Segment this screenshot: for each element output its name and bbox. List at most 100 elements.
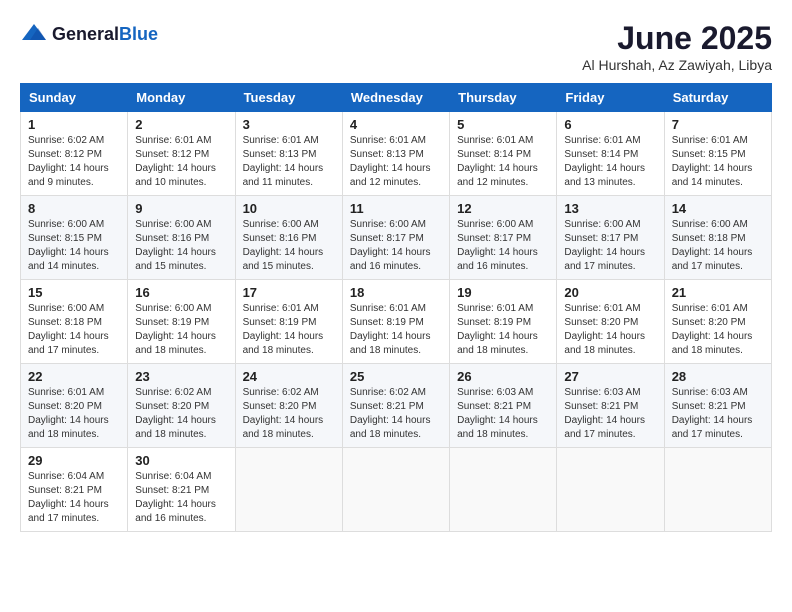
calendar-cell: 18 Sunrise: 6:01 AM Sunset: 8:19 PM Dayl… <box>342 280 449 364</box>
day-info: Sunrise: 6:02 AM Sunset: 8:20 PM Dayligh… <box>243 386 335 442</box>
day-info: Sunrise: 6:01 AM Sunset: 8:20 PM Dayligh… <box>28 386 120 442</box>
column-header-thursday: Thursday <box>450 84 557 112</box>
month-title: June 2025 <box>582 20 772 57</box>
day-info: Sunrise: 6:01 AM Sunset: 8:19 PM Dayligh… <box>457 302 549 358</box>
day-info: Sunrise: 6:00 AM Sunset: 8:18 PM Dayligh… <box>672 218 764 274</box>
day-number: 27 <box>564 369 656 384</box>
day-info: Sunrise: 6:01 AM Sunset: 8:13 PM Dayligh… <box>350 134 442 190</box>
day-number: 7 <box>672 117 764 132</box>
day-number: 21 <box>672 285 764 300</box>
day-number: 22 <box>28 369 120 384</box>
location-subtitle: Al Hurshah, Az Zawiyah, Libya <box>582 57 772 73</box>
day-info: Sunrise: 6:01 AM Sunset: 8:15 PM Dayligh… <box>672 134 764 190</box>
calendar-table: SundayMondayTuesdayWednesdayThursdayFrid… <box>20 83 772 532</box>
calendar-cell: 30 Sunrise: 6:04 AM Sunset: 8:21 PM Dayl… <box>128 448 235 532</box>
day-info: Sunrise: 6:01 AM Sunset: 8:20 PM Dayligh… <box>564 302 656 358</box>
calendar-cell <box>450 448 557 532</box>
day-info: Sunrise: 6:02 AM Sunset: 8:12 PM Dayligh… <box>28 134 120 190</box>
day-info: Sunrise: 6:01 AM Sunset: 8:19 PM Dayligh… <box>243 302 335 358</box>
column-header-tuesday: Tuesday <box>235 84 342 112</box>
day-info: Sunrise: 6:01 AM Sunset: 8:13 PM Dayligh… <box>243 134 335 190</box>
day-info: Sunrise: 6:01 AM Sunset: 8:12 PM Dayligh… <box>135 134 227 190</box>
day-info: Sunrise: 6:01 AM Sunset: 8:20 PM Dayligh… <box>672 302 764 358</box>
calendar-week-row: 22 Sunrise: 6:01 AM Sunset: 8:20 PM Dayl… <box>21 364 772 448</box>
day-info: Sunrise: 6:03 AM Sunset: 8:21 PM Dayligh… <box>672 386 764 442</box>
day-info: Sunrise: 6:00 AM Sunset: 8:16 PM Dayligh… <box>135 218 227 274</box>
calendar-week-row: 1 Sunrise: 6:02 AM Sunset: 8:12 PM Dayli… <box>21 112 772 196</box>
logo-text-general: General <box>52 24 119 44</box>
calendar-cell: 11 Sunrise: 6:00 AM Sunset: 8:17 PM Dayl… <box>342 196 449 280</box>
calendar-cell: 3 Sunrise: 6:01 AM Sunset: 8:13 PM Dayli… <box>235 112 342 196</box>
calendar-week-row: 15 Sunrise: 6:00 AM Sunset: 8:18 PM Dayl… <box>21 280 772 364</box>
day-number: 30 <box>135 453 227 468</box>
calendar-cell: 4 Sunrise: 6:01 AM Sunset: 8:13 PM Dayli… <box>342 112 449 196</box>
day-info: Sunrise: 6:03 AM Sunset: 8:21 PM Dayligh… <box>457 386 549 442</box>
column-header-friday: Friday <box>557 84 664 112</box>
day-number: 3 <box>243 117 335 132</box>
day-info: Sunrise: 6:00 AM Sunset: 8:17 PM Dayligh… <box>350 218 442 274</box>
day-number: 29 <box>28 453 120 468</box>
calendar-cell <box>664 448 771 532</box>
day-info: Sunrise: 6:02 AM Sunset: 8:20 PM Dayligh… <box>135 386 227 442</box>
calendar-cell: 25 Sunrise: 6:02 AM Sunset: 8:21 PM Dayl… <box>342 364 449 448</box>
day-number: 28 <box>672 369 764 384</box>
calendar-cell <box>342 448 449 532</box>
calendar-cell: 24 Sunrise: 6:02 AM Sunset: 8:20 PM Dayl… <box>235 364 342 448</box>
day-number: 12 <box>457 201 549 216</box>
day-info: Sunrise: 6:01 AM Sunset: 8:14 PM Dayligh… <box>564 134 656 190</box>
day-number: 2 <box>135 117 227 132</box>
day-number: 13 <box>564 201 656 216</box>
page-header: GeneralBlue June 2025 Al Hurshah, Az Zaw… <box>20 20 772 73</box>
calendar-cell: 15 Sunrise: 6:00 AM Sunset: 8:18 PM Dayl… <box>21 280 128 364</box>
day-info: Sunrise: 6:00 AM Sunset: 8:18 PM Dayligh… <box>28 302 120 358</box>
day-number: 16 <box>135 285 227 300</box>
day-info: Sunrise: 6:04 AM Sunset: 8:21 PM Dayligh… <box>135 470 227 526</box>
day-number: 26 <box>457 369 549 384</box>
calendar-cell: 26 Sunrise: 6:03 AM Sunset: 8:21 PM Dayl… <box>450 364 557 448</box>
calendar-cell: 28 Sunrise: 6:03 AM Sunset: 8:21 PM Dayl… <box>664 364 771 448</box>
day-info: Sunrise: 6:00 AM Sunset: 8:19 PM Dayligh… <box>135 302 227 358</box>
day-number: 5 <box>457 117 549 132</box>
calendar-cell: 5 Sunrise: 6:01 AM Sunset: 8:14 PM Dayli… <box>450 112 557 196</box>
calendar-cell <box>235 448 342 532</box>
day-number: 19 <box>457 285 549 300</box>
calendar-cell: 13 Sunrise: 6:00 AM Sunset: 8:17 PM Dayl… <box>557 196 664 280</box>
day-info: Sunrise: 6:00 AM Sunset: 8:17 PM Dayligh… <box>457 218 549 274</box>
calendar-cell: 9 Sunrise: 6:00 AM Sunset: 8:16 PM Dayli… <box>128 196 235 280</box>
day-info: Sunrise: 6:00 AM Sunset: 8:15 PM Dayligh… <box>28 218 120 274</box>
day-info: Sunrise: 6:02 AM Sunset: 8:21 PM Dayligh… <box>350 386 442 442</box>
calendar-header-row: SundayMondayTuesdayWednesdayThursdayFrid… <box>21 84 772 112</box>
day-number: 1 <box>28 117 120 132</box>
day-number: 10 <box>243 201 335 216</box>
day-number: 8 <box>28 201 120 216</box>
day-number: 24 <box>243 369 335 384</box>
calendar-cell: 6 Sunrise: 6:01 AM Sunset: 8:14 PM Dayli… <box>557 112 664 196</box>
day-number: 4 <box>350 117 442 132</box>
day-info: Sunrise: 6:00 AM Sunset: 8:17 PM Dayligh… <box>564 218 656 274</box>
calendar-cell: 21 Sunrise: 6:01 AM Sunset: 8:20 PM Dayl… <box>664 280 771 364</box>
calendar-cell: 19 Sunrise: 6:01 AM Sunset: 8:19 PM Dayl… <box>450 280 557 364</box>
logo: GeneralBlue <box>20 20 158 48</box>
day-info: Sunrise: 6:01 AM Sunset: 8:14 PM Dayligh… <box>457 134 549 190</box>
logo-icon <box>20 20 48 48</box>
calendar-cell: 16 Sunrise: 6:00 AM Sunset: 8:19 PM Dayl… <box>128 280 235 364</box>
day-info: Sunrise: 6:00 AM Sunset: 8:16 PM Dayligh… <box>243 218 335 274</box>
calendar-cell: 14 Sunrise: 6:00 AM Sunset: 8:18 PM Dayl… <box>664 196 771 280</box>
calendar-cell: 8 Sunrise: 6:00 AM Sunset: 8:15 PM Dayli… <box>21 196 128 280</box>
calendar-cell: 22 Sunrise: 6:01 AM Sunset: 8:20 PM Dayl… <box>21 364 128 448</box>
day-info: Sunrise: 6:04 AM Sunset: 8:21 PM Dayligh… <box>28 470 120 526</box>
calendar-cell: 27 Sunrise: 6:03 AM Sunset: 8:21 PM Dayl… <box>557 364 664 448</box>
calendar-cell: 1 Sunrise: 6:02 AM Sunset: 8:12 PM Dayli… <box>21 112 128 196</box>
calendar-cell: 7 Sunrise: 6:01 AM Sunset: 8:15 PM Dayli… <box>664 112 771 196</box>
column-header-wednesday: Wednesday <box>342 84 449 112</box>
day-number: 14 <box>672 201 764 216</box>
day-info: Sunrise: 6:01 AM Sunset: 8:19 PM Dayligh… <box>350 302 442 358</box>
day-info: Sunrise: 6:03 AM Sunset: 8:21 PM Dayligh… <box>564 386 656 442</box>
calendar-week-row: 29 Sunrise: 6:04 AM Sunset: 8:21 PM Dayl… <box>21 448 772 532</box>
day-number: 20 <box>564 285 656 300</box>
column-header-monday: Monday <box>128 84 235 112</box>
calendar-week-row: 8 Sunrise: 6:00 AM Sunset: 8:15 PM Dayli… <box>21 196 772 280</box>
calendar-cell <box>557 448 664 532</box>
day-number: 15 <box>28 285 120 300</box>
calendar-cell: 20 Sunrise: 6:01 AM Sunset: 8:20 PM Dayl… <box>557 280 664 364</box>
